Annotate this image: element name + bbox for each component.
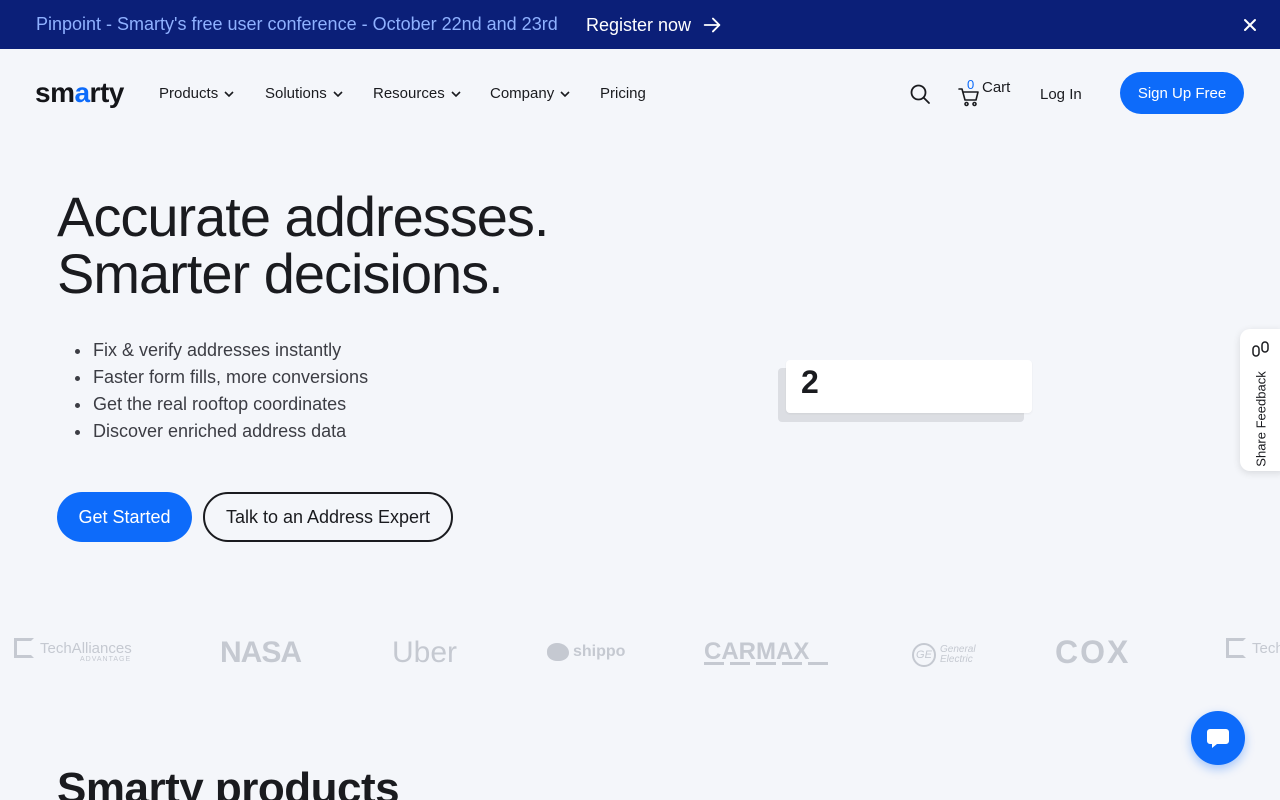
hero-address-card: 2 [786,360,1032,413]
chevron-down-icon [451,90,461,97]
arrow-right-icon [703,17,721,33]
nasa-logo: NASA [220,636,302,669]
register-now-label: Register now [586,14,692,35]
chevron-down-icon [224,90,234,97]
techalliances-logo: TechAlliances ADVANTAGE [14,638,132,663]
announcement-bar: Pinpoint - Smarty's free user conference… [0,0,1280,49]
share-feedback-tab[interactable]: Share Feedback [1240,329,1280,471]
shippo-logo: shippo [547,643,625,661]
hero-title-line2: Smarter decisions. [57,242,504,305]
hero-bullet-list: Fix & verify addresses instantly Faster … [75,337,368,445]
close-icon[interactable] [1240,15,1260,35]
cart-button[interactable]: 0 Cart [958,77,1011,107]
hero-title-line1: Accurate addresses. [57,185,549,248]
logo-subtext: ADVANTAGE [80,656,132,663]
nav-item-label: Resources [373,85,445,102]
logo-text: shippo [573,643,626,660]
list-item: Faster form fills, more conversions [75,364,368,391]
talk-to-expert-button[interactable]: Talk to an Address Expert [203,492,453,542]
carmax-underline [704,662,828,665]
chat-button[interactable] [1191,711,1245,765]
cox-logo: COX [1055,634,1131,670]
nav-item-label: Solutions [265,85,327,102]
logo-text-accent: a [74,77,90,108]
register-now-link[interactable]: Register now [586,14,723,36]
chevron-down-icon [333,90,343,97]
announcement-message: Pinpoint - Smarty's free user conference… [36,14,558,34]
share-feedback-label: Share Feedback [1253,371,1269,467]
chevron-down-icon [560,90,570,97]
shippo-mark-icon [547,643,569,661]
logo-text: Tech [1252,639,1280,657]
nav-item-solutions[interactable]: Solutions [265,85,344,102]
carmax-logo: CARMAX [704,638,828,666]
logo-text: TechAlliances [40,639,132,657]
list-item: Fix & verify addresses instantly [75,337,368,364]
login-link[interactable]: Log In [1040,86,1082,103]
products-section-heading: Smarty products [57,764,400,800]
hero-title: Accurate addresses. Smarter decisions. [57,185,549,305]
smarty-logo[interactable]: smarty [35,77,124,109]
main-nav: smarty Products Solutions Resources Comp… [0,49,1280,139]
search-icon[interactable] [909,83,931,105]
nav-item-label: Pricing [600,85,646,102]
nav-item-company[interactable]: Company [490,85,571,102]
feedback-icon [1252,341,1269,357]
nav-item-resources[interactable]: Resources [373,85,462,102]
ge-mark-icon: GE [912,643,936,667]
logo-text-prefix: sm [35,77,75,108]
techalliances-logo-repeat: Tech [1226,638,1280,658]
chat-bubble-icon [1207,729,1229,748]
cart-count-badge: 0 [967,77,975,92]
get-started-button[interactable]: Get Started [57,492,192,542]
nav-item-label: Company [490,85,555,102]
nav-item-products[interactable]: Products [159,85,235,102]
nav-item-pricing[interactable]: Pricing [600,85,646,102]
logo-text-suffix: rty [89,77,125,108]
logo-text-line2: Electric [940,654,973,665]
cart-label: Cart [982,79,1011,96]
techalliances-mark-icon [1226,638,1246,658]
logo-text: General Electric [940,645,976,665]
list-item: Discover enriched address data [75,418,368,445]
uber-logo: Uber [392,636,458,669]
techalliances-mark-icon [14,638,34,658]
list-item: Get the real rooftop coordinates [75,391,368,418]
hero-card-value: 2 [801,364,819,400]
sign-up-free-button[interactable]: Sign Up Free [1120,72,1244,114]
nav-item-label: Products [159,85,219,102]
general-electric-logo: GE General Electric [912,643,976,667]
